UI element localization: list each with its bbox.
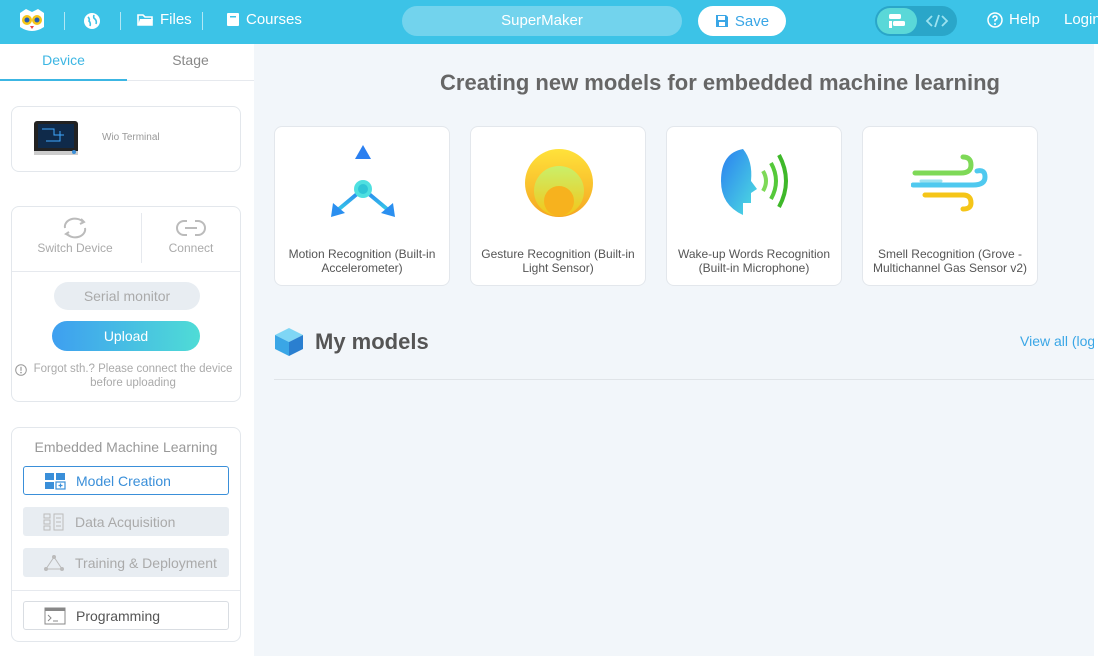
save-label: Save bbox=[734, 12, 770, 30]
tab-stage[interactable]: Stage bbox=[127, 44, 254, 81]
wind-icon bbox=[911, 154, 988, 212]
book-icon bbox=[227, 13, 239, 26]
cube-icon bbox=[275, 328, 303, 356]
view-all-link[interactable]: View all (log bbox=[1020, 333, 1095, 349]
network-icon bbox=[44, 554, 64, 571]
blocks-mode-button[interactable] bbox=[877, 8, 917, 34]
panel-tabs: Device Stage bbox=[0, 44, 254, 81]
divider bbox=[202, 12, 203, 30]
model-card-label: Motion Recognition (Built-in Acceleromet… bbox=[288, 247, 436, 275]
switch-device-label: Switch Device bbox=[37, 241, 113, 255]
upload-button[interactable]: Upload bbox=[52, 321, 200, 351]
connect-label: Connect bbox=[168, 241, 214, 255]
help-label: Help bbox=[1009, 11, 1040, 28]
hint-text: Forgot sth.? Please connect the device b… bbox=[33, 363, 233, 389]
divider bbox=[12, 590, 240, 591]
smell-recognition-card[interactable]: Smell Recognition (Grove - Multichannel … bbox=[862, 126, 1038, 286]
globe-icon[interactable] bbox=[83, 12, 101, 30]
main-title: Creating new models for embedded machine… bbox=[440, 70, 1000, 95]
eml-card: Embedded Machine Learning Model Creation… bbox=[11, 427, 241, 642]
data-acquisition-icon bbox=[43, 513, 64, 530]
divider bbox=[12, 271, 240, 272]
programming-button[interactable]: Programming bbox=[23, 601, 229, 630]
code-icon bbox=[925, 14, 949, 28]
divider bbox=[120, 12, 121, 30]
courses-menu[interactable]: Courses bbox=[226, 11, 302, 28]
courses-label: Courses bbox=[246, 11, 302, 28]
switch-device-button[interactable]: Switch Device bbox=[18, 217, 132, 255]
question-icon bbox=[987, 11, 1003, 28]
speaking-head-icon bbox=[721, 149, 788, 215]
upload-hint: Forgot sth.? Please connect the device b… bbox=[12, 362, 240, 390]
help-link[interactable]: Help bbox=[987, 11, 1040, 28]
divider bbox=[274, 379, 1098, 380]
motion-arrows-icon bbox=[331, 145, 395, 217]
left-panel: Device Stage Wio Terminal Switch Device … bbox=[0, 44, 254, 656]
warning-icon bbox=[15, 364, 27, 376]
my-models-heading: My models bbox=[315, 329, 429, 354]
training-deployment-button[interactable]: Training & Deployment bbox=[23, 548, 229, 577]
model-creation-label: Model Creation bbox=[76, 472, 171, 489]
eml-title: Embedded Machine Learning bbox=[34, 439, 218, 455]
model-card-label: Wake-up Words Recognition (Built-in Micr… bbox=[677, 247, 831, 275]
divider bbox=[64, 12, 65, 30]
link-icon bbox=[176, 220, 206, 236]
terminal-icon bbox=[44, 607, 66, 624]
model-card-label: Smell Recognition (Grove - Multichannel … bbox=[872, 247, 1028, 275]
wio-terminal-image bbox=[34, 121, 78, 155]
device-name: Wio Terminal bbox=[102, 132, 160, 143]
floppy-disk-icon bbox=[715, 15, 728, 27]
training-deployment-label: Training & Deployment bbox=[75, 554, 217, 571]
files-label: Files bbox=[160, 11, 192, 28]
top-bar: Files Courses SuperMaker Save Help Login bbox=[0, 0, 1098, 44]
gesture-recognition-card[interactable]: Gesture Recognition (Built-in Light Sens… bbox=[470, 126, 646, 286]
files-menu[interactable]: Files bbox=[137, 11, 192, 28]
model-creation-button[interactable]: Model Creation bbox=[23, 466, 229, 495]
switch-icon bbox=[63, 217, 87, 239]
device-control-card: Switch Device Connect Serial monitor Upl… bbox=[11, 206, 241, 402]
tab-device[interactable]: Device bbox=[0, 44, 127, 81]
light-sensor-icon bbox=[525, 149, 593, 217]
project-name-input[interactable]: SuperMaker bbox=[402, 6, 682, 36]
wakeup-words-card[interactable]: Wake-up Words Recognition (Built-in Micr… bbox=[666, 126, 842, 286]
model-card-label: Gesture Recognition (Built-in Light Sens… bbox=[481, 247, 635, 275]
code-mode-button[interactable] bbox=[919, 8, 955, 34]
scrollbar[interactable] bbox=[1094, 44, 1098, 656]
blocks-icon bbox=[889, 14, 905, 28]
motion-recognition-card[interactable]: Motion Recognition (Built-in Acceleromet… bbox=[274, 126, 450, 286]
serial-monitor-button[interactable]: Serial monitor bbox=[54, 282, 200, 310]
login-label: Login bbox=[1064, 11, 1098, 28]
owl-logo-icon[interactable] bbox=[18, 9, 46, 33]
programming-label: Programming bbox=[76, 607, 161, 624]
save-button[interactable]: Save bbox=[698, 6, 786, 36]
data-acquisition-label: Data Acquisition bbox=[75, 513, 176, 530]
mode-toggle[interactable] bbox=[875, 6, 957, 36]
folder-icon bbox=[137, 13, 153, 26]
connect-button[interactable]: Connect bbox=[134, 217, 248, 255]
data-acquisition-button[interactable]: Data Acquisition bbox=[23, 507, 229, 536]
login-link[interactable]: Login bbox=[1064, 11, 1098, 28]
model-creation-icon bbox=[45, 472, 66, 490]
device-card[interactable]: Wio Terminal bbox=[11, 106, 241, 172]
